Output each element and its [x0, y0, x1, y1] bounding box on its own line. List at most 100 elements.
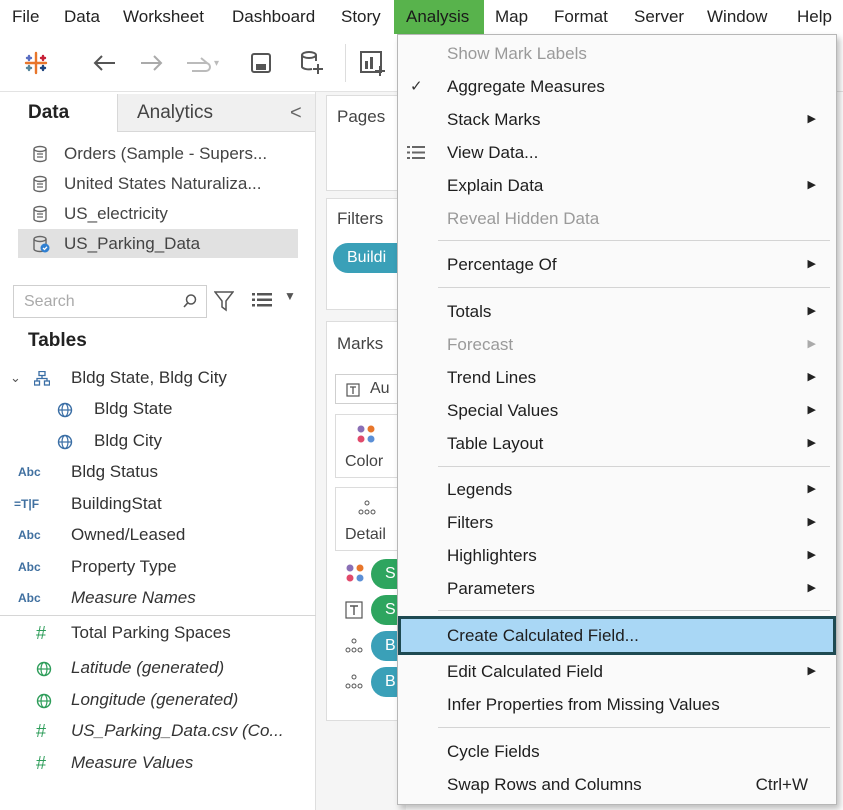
tableau-logo-icon[interactable]	[20, 46, 52, 80]
shelves-area: Pages Filters Buildi Marks Au Color Deta…	[316, 92, 415, 810]
pages-shelf-title: Pages	[337, 107, 386, 126]
field-item[interactable]: =T|F BuildingStat	[0, 489, 316, 519]
string-type-icon: Abc	[18, 528, 41, 542]
menu-item-label: Stack Marks	[447, 110, 541, 129]
menu-map[interactable]: Map	[489, 0, 534, 34]
menu-item-legends[interactable]: Legends ▶	[398, 473, 836, 506]
menu-item-label: Swap Rows and Columns	[447, 775, 642, 794]
menu-item-swap-rows-columns[interactable]: Swap Rows and Columns Ctrl+W	[398, 768, 836, 801]
menu-item-explain-data[interactable]: Explain Data ▶	[398, 169, 836, 202]
menu-server[interactable]: Server	[628, 0, 690, 34]
field-label: Longitude (generated)	[71, 690, 239, 709]
menu-item-label: Reveal Hidden Data	[447, 209, 600, 228]
menu-item-view-data[interactable]: View Data...	[398, 136, 836, 169]
menu-item-label: Forecast	[447, 335, 514, 354]
field-label: Measure Names	[71, 588, 196, 607]
field-item[interactable]: # Total Parking Spaces	[0, 618, 316, 648]
globe-icon	[36, 693, 52, 709]
field-item[interactable]: # US_Parking_Data.csv (Co...	[0, 716, 316, 746]
menu-item-label: Percentage Of	[447, 255, 557, 274]
pages-shelf[interactable]: Pages	[326, 95, 406, 191]
field-item[interactable]: Abc Measure Names	[0, 583, 316, 613]
datasource-item[interactable]: US_electricity	[18, 199, 298, 228]
menu-item-totals[interactable]: Totals ▶	[398, 295, 836, 328]
filters-shelf[interactable]: Filters Buildi	[326, 198, 413, 310]
field-item[interactable]: Abc Property Type	[0, 552, 316, 582]
new-datasource-icon[interactable]	[296, 46, 328, 80]
submenu-arrow-icon: ▶	[807, 305, 816, 317]
filter-icon[interactable]	[214, 290, 234, 312]
field-label: Bldg City	[94, 431, 163, 450]
submenu-arrow-icon: ▶	[807, 404, 816, 416]
menu-item-cycle-fields[interactable]: Cycle Fields	[398, 735, 836, 768]
field-item[interactable]: Abc Bldg Status	[0, 457, 316, 487]
menu-item-table-layout[interactable]: Table Layout ▶	[398, 427, 836, 460]
search-input[interactable]: Search	[13, 285, 207, 318]
menu-item-special-values[interactable]: Special Values ▶	[398, 394, 836, 427]
menu-analysis[interactable]: Analysis	[394, 0, 484, 34]
menu-item-label: Cycle Fields	[447, 742, 540, 761]
collapse-pane-icon[interactable]: <	[290, 94, 302, 132]
menu-separator	[438, 287, 830, 288]
submenu-arrow-icon: ▶	[807, 549, 816, 561]
datasource-label: Orders (Sample - Supers...	[64, 144, 268, 163]
globe-icon	[36, 661, 52, 677]
field-item[interactable]: Abc Owned/Leased	[0, 520, 316, 550]
menu-item-parameters[interactable]: Parameters ▶	[398, 572, 836, 605]
menu-item-show-mark-labels[interactable]: Show Mark Labels	[398, 37, 836, 70]
field-hierarchy[interactable]: ⌄ Bldg State, Bldg City	[0, 363, 316, 393]
menu-item-label: Explain Data	[447, 176, 544, 195]
menu-item-edit-calculated-field[interactable]: Edit Calculated Field ▶	[398, 655, 836, 688]
menu-item-trend-lines[interactable]: Trend Lines ▶	[398, 361, 836, 394]
menu-item-forecast[interactable]: Forecast ▶	[398, 328, 836, 361]
menu-item-percentage-of[interactable]: Percentage Of ▶	[398, 248, 836, 281]
menu-item-filters[interactable]: Filters ▶	[398, 506, 836, 539]
menu-item-create-calculated-field[interactable]: Create Calculated Field...	[398, 616, 836, 655]
tab-analytics[interactable]: Analytics	[117, 94, 315, 132]
menu-dashboard[interactable]: Dashboard	[226, 0, 321, 34]
field-item[interactable]: Longitude (generated)	[0, 685, 316, 715]
number-type-icon: #	[36, 721, 47, 741]
menu-item-stack-marks[interactable]: Stack Marks ▶	[398, 103, 836, 136]
menu-item-highlighters[interactable]: Highlighters ▶	[398, 539, 836, 572]
menu-format[interactable]: Format	[548, 0, 614, 34]
submenu-arrow-icon: ▶	[807, 179, 816, 191]
datasource-label: US_Parking_Data	[64, 234, 201, 253]
globe-icon	[57, 402, 73, 418]
menu-item-label: View Data...	[447, 143, 539, 162]
menu-story[interactable]: Story	[335, 0, 387, 34]
menu-item-reveal-hidden-data[interactable]: Reveal Hidden Data	[398, 202, 836, 235]
redo-icon[interactable]: ▾	[182, 46, 222, 80]
field-item[interactable]: Bldg State	[0, 394, 316, 424]
field-label: Total Parking Spaces	[71, 623, 231, 642]
new-worksheet-icon[interactable]	[356, 46, 390, 80]
menu-item-aggregate-measures[interactable]: ✓ Aggregate Measures	[398, 70, 836, 103]
chevron-down-icon[interactable]: ⌄	[10, 363, 21, 393]
menu-item-label: Create Calculated Field...	[447, 626, 639, 645]
menu-data[interactable]: Data	[58, 0, 106, 34]
back-arrow-icon[interactable]	[88, 46, 120, 80]
tab-data[interactable]: Data	[0, 94, 117, 132]
submenu-arrow-icon: ▶	[807, 371, 816, 383]
field-item[interactable]: Latitude (generated)	[0, 653, 316, 683]
menu-item-infer-properties[interactable]: Infer Properties from Missing Values	[398, 688, 836, 721]
menu-file[interactable]: File	[6, 0, 45, 34]
search-placeholder: Search	[24, 293, 75, 310]
menu-help[interactable]: Help	[791, 0, 838, 34]
list-view-icon[interactable]	[252, 292, 272, 308]
datasource-item[interactable]: United States Naturaliza...	[18, 169, 298, 198]
string-type-icon: Abc	[18, 591, 41, 605]
field-label: Property Type	[71, 557, 177, 576]
field-item[interactable]: # Measure Values	[0, 748, 316, 778]
globe-icon	[57, 434, 73, 450]
marks-card: Marks Au Color Detail S S B B	[326, 321, 415, 721]
forward-arrow-icon[interactable]	[136, 46, 168, 80]
menu-worksheet[interactable]: Worksheet	[117, 0, 210, 34]
field-item[interactable]: Bldg City	[0, 426, 316, 456]
datasource-item[interactable]: Orders (Sample - Supers...	[18, 139, 298, 168]
chevron-down-icon[interactable]: ▼	[284, 289, 296, 303]
datasource-item-selected[interactable]: US_Parking_Data	[18, 229, 298, 258]
save-icon[interactable]	[245, 46, 277, 80]
menu-item-label: Special Values	[447, 401, 559, 420]
menu-window[interactable]: Window	[701, 0, 773, 34]
